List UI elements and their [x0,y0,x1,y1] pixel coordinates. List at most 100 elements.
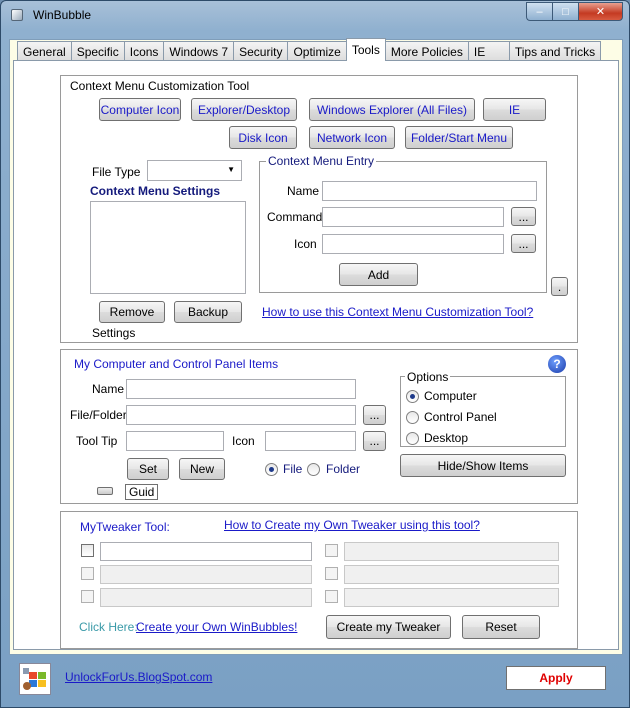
tweak-input-6 [344,588,559,607]
icon-browse-button[interactable]: ... [511,234,536,253]
windows-logo-icon [23,668,46,690]
cp-icon-browse-button[interactable]: ... [363,431,386,451]
context-menu-help-link[interactable]: How to use this Context Menu Customizati… [262,305,533,319]
title-bar[interactable]: WinBubble – □ ✕ [1,1,629,29]
cp-tooltip-label: Tool Tip [76,434,118,448]
tweaker-title: MyTweaker Tool: [80,520,170,534]
cp-icon-label: Icon [232,434,255,448]
tweak-input-3 [100,588,312,607]
tweaker-group: MyTweaker Tool: How to Create my Own Twe… [60,511,578,649]
apply-button[interactable]: Apply [506,666,606,690]
tab-specific[interactable]: Specific [70,41,125,61]
tab-more-policies[interactable]: More Policies [384,41,469,61]
windows-explorer-button[interactable]: Windows Explorer (All Files) [309,98,475,121]
chevron-down-icon: ▼ [227,165,235,174]
context-menu-settings-heading: Context Menu Settings [90,184,221,198]
close-button[interactable]: ✕ [578,2,623,21]
context-menu-settings-list[interactable] [90,201,246,294]
window-title: WinBubble [33,8,92,22]
tab-tips-and-tricks[interactable]: Tips and Tricks [508,41,602,61]
app-icon [11,9,23,21]
tweak-checkbox-1[interactable] [81,544,94,557]
tweaker-howto-link[interactable]: How to Create my Own Tweaker using this … [224,518,480,532]
context-menu-entry-group: Context Menu Entry Name Command ... Icon… [259,154,547,293]
tab-general[interactable]: General [17,41,72,61]
cp-tooltip-input[interactable] [126,431,224,451]
computer-icon-button[interactable]: Computer Icon [99,98,181,121]
tweak-input-2 [100,565,312,584]
help-icon[interactable]: ? [548,355,566,373]
remove-button[interactable]: Remove [99,301,165,323]
tweak-checkbox-2 [81,567,94,580]
entry-icon-input[interactable] [322,234,504,254]
tab-icons[interactable]: Icons [123,41,165,61]
computer-radio[interactable] [406,390,419,403]
tools-tab-panel: Context Menu Customization Tool Computer… [13,60,619,650]
entry-name-input[interactable] [322,181,537,201]
tweak-checkbox-6 [325,590,338,603]
entry-command-label: Command [267,210,323,224]
new-button[interactable]: New [179,458,225,480]
create-winbubbles-link[interactable]: Create your Own WinBubbles! [136,620,297,634]
disk-icon-button[interactable]: Disk Icon [229,126,297,149]
folder-radio-label: Folder [326,462,361,476]
tweak-checkbox-5 [325,567,338,580]
file-radio-label: File [283,462,303,476]
settings-caption: Settings [92,326,136,340]
maximize-button[interactable]: □ [552,2,578,21]
ie-button[interactable]: IE [483,98,546,121]
cp-file-folder-input[interactable] [126,405,356,425]
minimize-button[interactable]: – [526,2,552,21]
folder-start-menu-button[interactable]: Folder/Start Menu [405,126,513,149]
hide-show-items-button[interactable]: Hide/Show Items [400,454,566,477]
explorer-desktop-button[interactable]: Explorer/Desktop [191,98,297,121]
tweak-checkbox-4 [325,544,338,557]
tab-ie[interactable]: IE [467,41,510,61]
cp-file-folder-label: File/Folder [70,408,127,422]
cp-name-label: Name [92,382,125,396]
set-button[interactable]: Set [127,458,169,480]
file-type-dropdown[interactable]: ▼ [147,160,242,181]
tab-security[interactable]: Security [233,41,289,61]
tab-windows-7[interactable]: Windows 7 [163,41,235,61]
cp-name-input[interactable] [126,379,356,399]
add-entry-button[interactable]: Add [339,263,418,286]
options-title: Options [405,370,451,384]
network-icon-button[interactable]: Network Icon [309,126,395,149]
options-group: Options Computer Control Panel Desktop [400,370,566,447]
desktop-radio[interactable] [406,432,419,445]
desktop-radio-label: Desktop [424,431,469,445]
site-link[interactable]: UnlockForUs.BlogSpot.com [65,670,212,684]
reset-button[interactable]: Reset [462,615,540,639]
tab-tools[interactable]: Tools [345,38,386,61]
tab-optimize[interactable]: Optimize [287,41,347,61]
cp-file-browse-button[interactable]: ... [363,405,386,425]
computer-radio-label: Computer [424,389,477,403]
computer-panel-title: My Computer and Control Panel Items [74,357,279,371]
cp-icon-input[interactable] [265,431,356,451]
tweak-input-5 [344,565,559,584]
computer-panel-group: My Computer and Control Panel Items ? Na… [60,349,578,504]
tweak-input-4 [344,542,559,561]
entry-name-label: Name [287,184,320,198]
backup-button[interactable]: Backup [174,301,242,323]
context-menu-title: Context Menu Customization Tool [70,79,250,93]
control-panel-radio-label: Control Panel [424,410,497,424]
entry-icon-label: Icon [294,237,317,251]
guid-button[interactable]: Guid [125,484,159,500]
command-browse-button[interactable]: ... [511,207,536,226]
control-panel-radio[interactable] [406,411,419,424]
file-radio[interactable] [265,463,278,476]
guid-toggle-button[interactable] [97,487,113,495]
winbubble-logo [19,663,51,695]
entry-command-input[interactable] [322,207,504,227]
click-here-label: Click Here: [79,620,138,634]
create-tweaker-button[interactable]: Create my Tweaker [326,615,451,639]
folder-radio[interactable] [307,463,320,476]
file-type-label: File Type [92,165,141,179]
dot-button[interactable]: . [551,277,568,296]
context-menu-entry-title: Context Menu Entry [266,154,377,168]
tweak-input-1[interactable] [100,542,312,561]
tweak-checkbox-3 [81,590,94,603]
app-window: WinBubble – □ ✕ General Specific Icons W… [0,0,630,708]
